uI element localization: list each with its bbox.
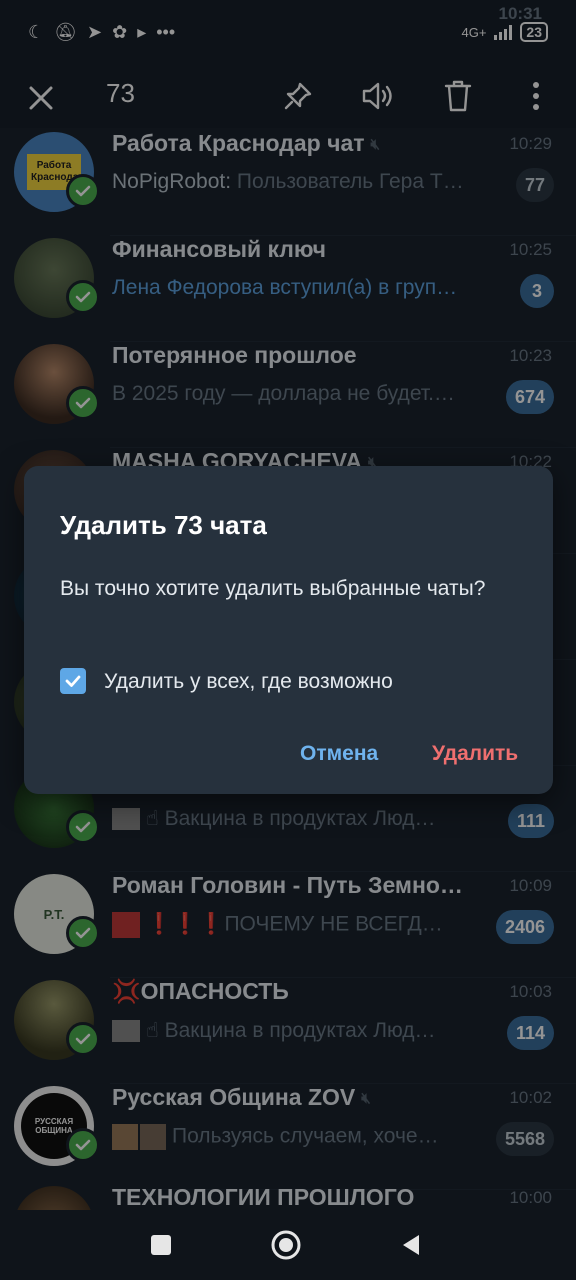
home-circle-icon[interactable]: [269, 1228, 303, 1262]
delete-button[interactable]: Удалить: [432, 742, 518, 766]
cancel-button[interactable]: Отмена: [300, 742, 378, 766]
dialog-message: Вы точно хотите удалить выбранные чаты?: [60, 577, 486, 600]
dialog-title: Удалить 73 чата: [60, 510, 267, 540]
system-nav-bar: [0, 1210, 576, 1280]
delete-for-all-checkbox[interactable]: [60, 668, 86, 694]
checkbox-label[interactable]: Удалить у всех, где возможно: [104, 670, 393, 694]
delete-chats-dialog: Удалить 73 чата Вы точно хотите удалить …: [24, 466, 553, 794]
back-triangle-icon[interactable]: [394, 1228, 428, 1262]
checkmark-icon: [65, 675, 81, 687]
recents-square-icon[interactable]: [144, 1228, 178, 1262]
